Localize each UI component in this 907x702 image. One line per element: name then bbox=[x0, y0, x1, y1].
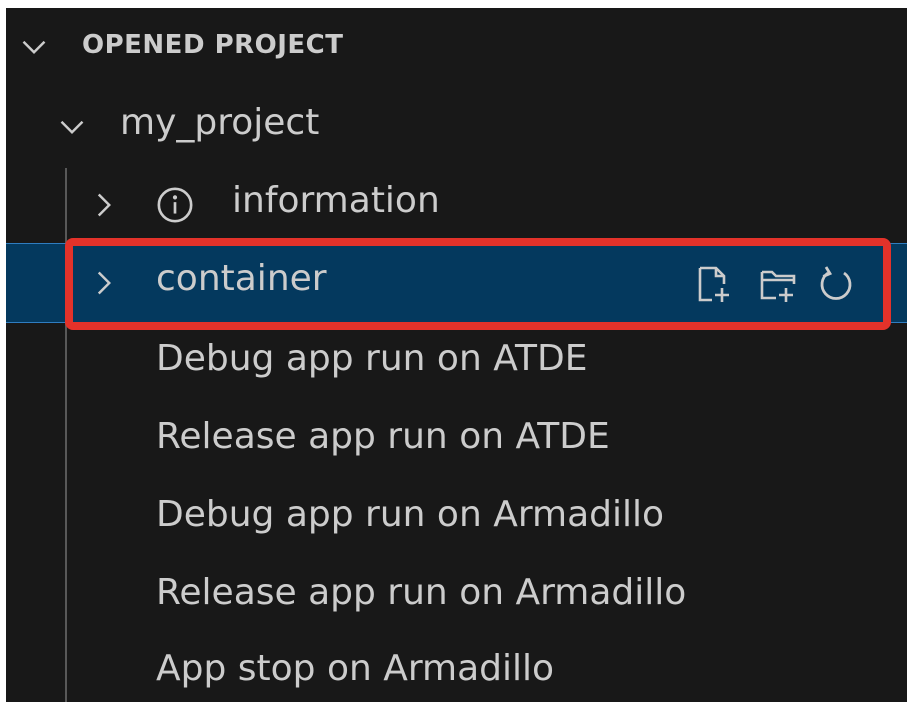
tree-item-task[interactable]: Debug app run on ATDE bbox=[6, 324, 907, 402]
tree-item-task[interactable]: Debug app run on Armadillo bbox=[6, 480, 907, 558]
tree-item-task[interactable]: App stop on Armadillo bbox=[6, 634, 907, 702]
tree-item-label: Debug app run on ATDE bbox=[156, 338, 588, 379]
explorer-panel: OPENED PROJECT my_project information co… bbox=[6, 8, 907, 702]
tree-item-label: App stop on Armadillo bbox=[156, 648, 555, 689]
new-file-icon[interactable] bbox=[694, 264, 734, 304]
tree-item-label: Release app run on Armadillo bbox=[156, 572, 687, 613]
tree-item-information[interactable]: information bbox=[6, 166, 907, 244]
tree-item-label: Debug app run on Armadillo bbox=[156, 494, 665, 535]
new-folder-icon[interactable] bbox=[758, 264, 798, 304]
tree-item-label: Release app run on ATDE bbox=[156, 416, 610, 457]
tree-item-task[interactable]: Release app run on Armadillo bbox=[6, 558, 907, 636]
refresh-icon[interactable] bbox=[816, 264, 856, 304]
chevron-right-icon bbox=[90, 269, 118, 297]
chevron-down-icon bbox=[58, 113, 86, 141]
tree-item-project[interactable]: my_project bbox=[6, 88, 907, 166]
tree-item-label: container bbox=[156, 258, 327, 299]
tree-item-label: information bbox=[232, 180, 440, 221]
project-name: my_project bbox=[120, 102, 320, 143]
chevron-down-icon bbox=[20, 33, 48, 61]
section-title: OPENED PROJECT bbox=[82, 30, 344, 60]
info-icon bbox=[156, 186, 194, 224]
tree-item-container[interactable]: container bbox=[6, 243, 907, 323]
chevron-right-icon bbox=[90, 191, 118, 219]
tree-item-task[interactable]: Release app run on ATDE bbox=[6, 402, 907, 480]
section-header-opened-project[interactable]: OPENED PROJECT bbox=[6, 8, 907, 86]
